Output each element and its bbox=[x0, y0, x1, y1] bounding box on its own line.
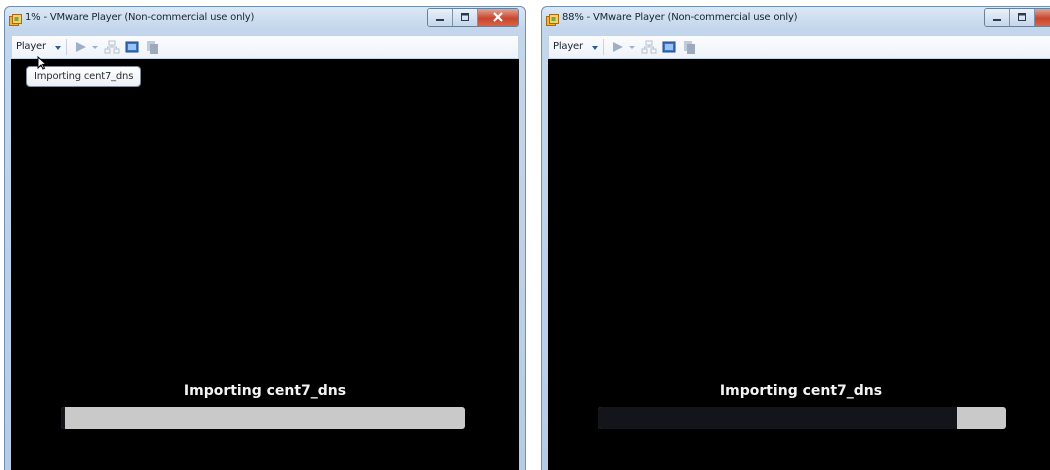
import-progress-fill bbox=[61, 407, 66, 429]
maximize-button[interactable] bbox=[453, 9, 478, 26]
window-title: 88% - VMware Player (Non-commercial use … bbox=[562, 12, 798, 23]
unity-icon[interactable] bbox=[681, 39, 697, 59]
fullscreen-icon[interactable] bbox=[124, 39, 140, 59]
vm-screen[interactable]: Importing cent7_dns bbox=[548, 59, 1050, 470]
minimize-icon bbox=[993, 19, 1001, 21]
import-status-label: Importing cent7_dns bbox=[719, 383, 883, 399]
player-menu[interactable]: Player bbox=[553, 41, 583, 52]
toolbar: Player bbox=[11, 35, 519, 59]
network-icon[interactable] bbox=[641, 39, 657, 59]
network-icon[interactable] bbox=[104, 39, 120, 59]
chevron-down-icon[interactable] bbox=[592, 46, 598, 50]
close-icon bbox=[1035, 9, 1050, 26]
minimize-icon bbox=[436, 19, 444, 21]
import-progress-bar bbox=[598, 407, 1006, 429]
maximize-button[interactable] bbox=[1010, 9, 1035, 26]
close-button[interactable] bbox=[1035, 9, 1050, 26]
import-progress-bar bbox=[61, 407, 465, 429]
close-button[interactable] bbox=[478, 9, 518, 26]
dropdown-icon[interactable] bbox=[628, 39, 636, 59]
title-bar[interactable]: 88% - VMware Player (Non-commercial use … bbox=[542, 7, 1050, 31]
import-progress-fill bbox=[598, 407, 958, 429]
vmware-player-icon bbox=[9, 12, 22, 26]
unity-icon[interactable] bbox=[144, 39, 160, 59]
window-controls bbox=[984, 8, 1050, 27]
toolbar-separator bbox=[603, 39, 604, 55]
window-title: 1% - VMware Player (Non-commercial use o… bbox=[25, 12, 255, 23]
maximize-icon bbox=[1018, 13, 1026, 21]
chevron-down-icon[interactable] bbox=[55, 46, 61, 50]
vmware-window-right: 88% - VMware Player (Non-commercial use … bbox=[541, 6, 1050, 470]
power-on-icon[interactable] bbox=[73, 39, 89, 59]
import-status-label: Importing cent7_dns bbox=[183, 383, 347, 399]
power-on-icon[interactable] bbox=[610, 39, 626, 59]
title-bar[interactable]: 1% - VMware Player (Non-commercial use o… bbox=[5, 7, 525, 31]
player-menu[interactable]: Player bbox=[16, 41, 46, 52]
close-icon bbox=[493, 12, 503, 22]
toolbar-separator bbox=[66, 39, 67, 55]
toolbar: Player bbox=[548, 35, 1050, 59]
window-controls bbox=[427, 8, 519, 27]
maximize-icon bbox=[461, 13, 469, 21]
mouse-pointer-icon bbox=[37, 55, 48, 74]
vm-screen[interactable]: Importing cent7_dns bbox=[11, 59, 519, 470]
fullscreen-icon[interactable] bbox=[661, 39, 677, 59]
minimize-button[interactable] bbox=[428, 9, 453, 26]
dropdown-icon[interactable] bbox=[91, 39, 99, 59]
minimize-button[interactable] bbox=[985, 9, 1010, 26]
vmware-player-icon bbox=[546, 12, 559, 26]
